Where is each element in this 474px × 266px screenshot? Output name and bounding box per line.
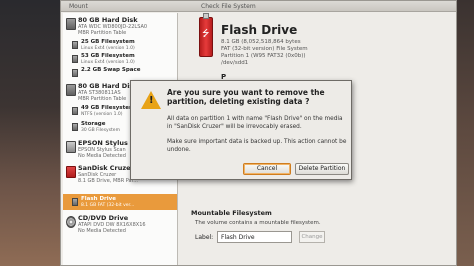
partition-icon — [72, 55, 78, 63]
window-titlebar[interactable]: Mount Check File System — [61, 1, 456, 12]
partition-detail: 8.1 GB FAT (32-bit ver... — [81, 203, 135, 208]
printer-icon — [66, 141, 76, 153]
device-name: SanDisk Cruzer — [78, 164, 134, 172]
optical-drive-icon — [66, 216, 76, 228]
partition-name: 2.2 GB Swap Space — [81, 67, 141, 73]
cancel-button[interactable]: Cancel — [243, 163, 291, 175]
device-detail: MBR Partition Table — [78, 96, 127, 102]
mountable-heading: Mountable Filesystem — [191, 209, 272, 217]
harddisk-icon — [66, 84, 76, 96]
volume-title: Flash Drive — [221, 23, 298, 37]
device-name: 80 GB Hard Disk — [78, 16, 138, 24]
partition-item[interactable]: 2.2 GB Swap Space — [71, 67, 177, 80]
partition-name: 25 GB Filesystem — [81, 39, 135, 45]
partition-item: Flash Drive 8.1 GB FAT (32-bit ver... — [71, 196, 177, 209]
delete-partition-button[interactable]: Delete Partition — [295, 163, 349, 175]
device-name: CD/DVD Drive — [78, 214, 129, 222]
mount-label: Mount — [69, 3, 88, 10]
partition-icon — [72, 41, 78, 49]
dialog-warning-message: Make sure important data is backed up. T… — [167, 139, 347, 153]
partition-icon — [72, 198, 78, 206]
device-detail: 8.1 GB Drive, MBR Par... — [78, 178, 138, 184]
volume-device-path: /dev/sdd1 — [221, 60, 249, 66]
partition-item[interactable]: 25 GB Filesystem Linux Ext4 (version 1.0… — [71, 39, 177, 52]
partition-item[interactable]: 53 GB Filesystem Linux Ext4 (version 1.0… — [71, 53, 177, 66]
device-item-hdd1[interactable]: 80 GB Hard Disk ATA WDC WD800JD-22LSA0 M… — [63, 15, 177, 37]
partition-name: Flash Drive — [81, 196, 116, 202]
window-title: Check File System — [201, 3, 256, 10]
volume-size: 8.1 GB (8,052,518,864 bytes — [221, 39, 301, 45]
volume-filesystem: FAT (32-bit version) File System — [221, 46, 308, 52]
partition-detail: 30 GB Filesystem — [81, 128, 120, 133]
device-item-optical[interactable]: CD/DVD Drive ATAPI DVD DW 8X16X8X16 No M… — [63, 213, 177, 235]
usb-drive-icon — [66, 166, 76, 178]
harddisk-icon — [66, 18, 76, 30]
device-name: 80 GB Hard Disk — [78, 82, 138, 90]
partition-icon — [72, 107, 78, 115]
partition-detail: Linux Ext4 (version 1.0) — [81, 60, 135, 65]
dialog-heading: Are you sure you want to remove the part… — [167, 88, 325, 106]
device-detail: No Media Detected — [78, 228, 126, 234]
change-label-button[interactable]: Change — [299, 231, 325, 243]
warning-icon-mark: ! — [149, 95, 154, 106]
partition-icon — [72, 123, 78, 131]
device-detail: MBR Partition Table — [78, 30, 127, 36]
partition-detail: NTFS (version 1.0) — [81, 112, 123, 117]
partition-name: 49 GB Filesystem — [81, 105, 135, 111]
desktop-background-right — [457, 0, 474, 266]
confirm-delete-dialog: ! Are you sure you want to remove the pa… — [130, 80, 352, 180]
mountable-description: The volume contains a mountable filesyst… — [195, 220, 321, 226]
label-input[interactable] — [217, 231, 292, 243]
partition-icon — [72, 69, 78, 77]
desktop-background-left — [0, 0, 60, 266]
partition-name: 53 GB Filesystem — [81, 53, 135, 59]
volume-partition-type: Partition 1 (W95 FAT32 (0x0b)) — [221, 53, 306, 59]
partition-detail: Linux Ext4 (version 1.0) — [81, 46, 135, 51]
device-detail: No Media Detected — [78, 153, 126, 159]
partition-name: Storage — [81, 121, 106, 127]
partition-item-selected[interactable]: Flash Drive 8.1 GB FAT (32-bit ver... — [63, 194, 177, 210]
dialog-message: All data on partition 1 with name "Flash… — [167, 116, 343, 130]
usb-drive-icon: ⭍ — [199, 13, 213, 57]
label-caption: Label: — [195, 234, 214, 241]
